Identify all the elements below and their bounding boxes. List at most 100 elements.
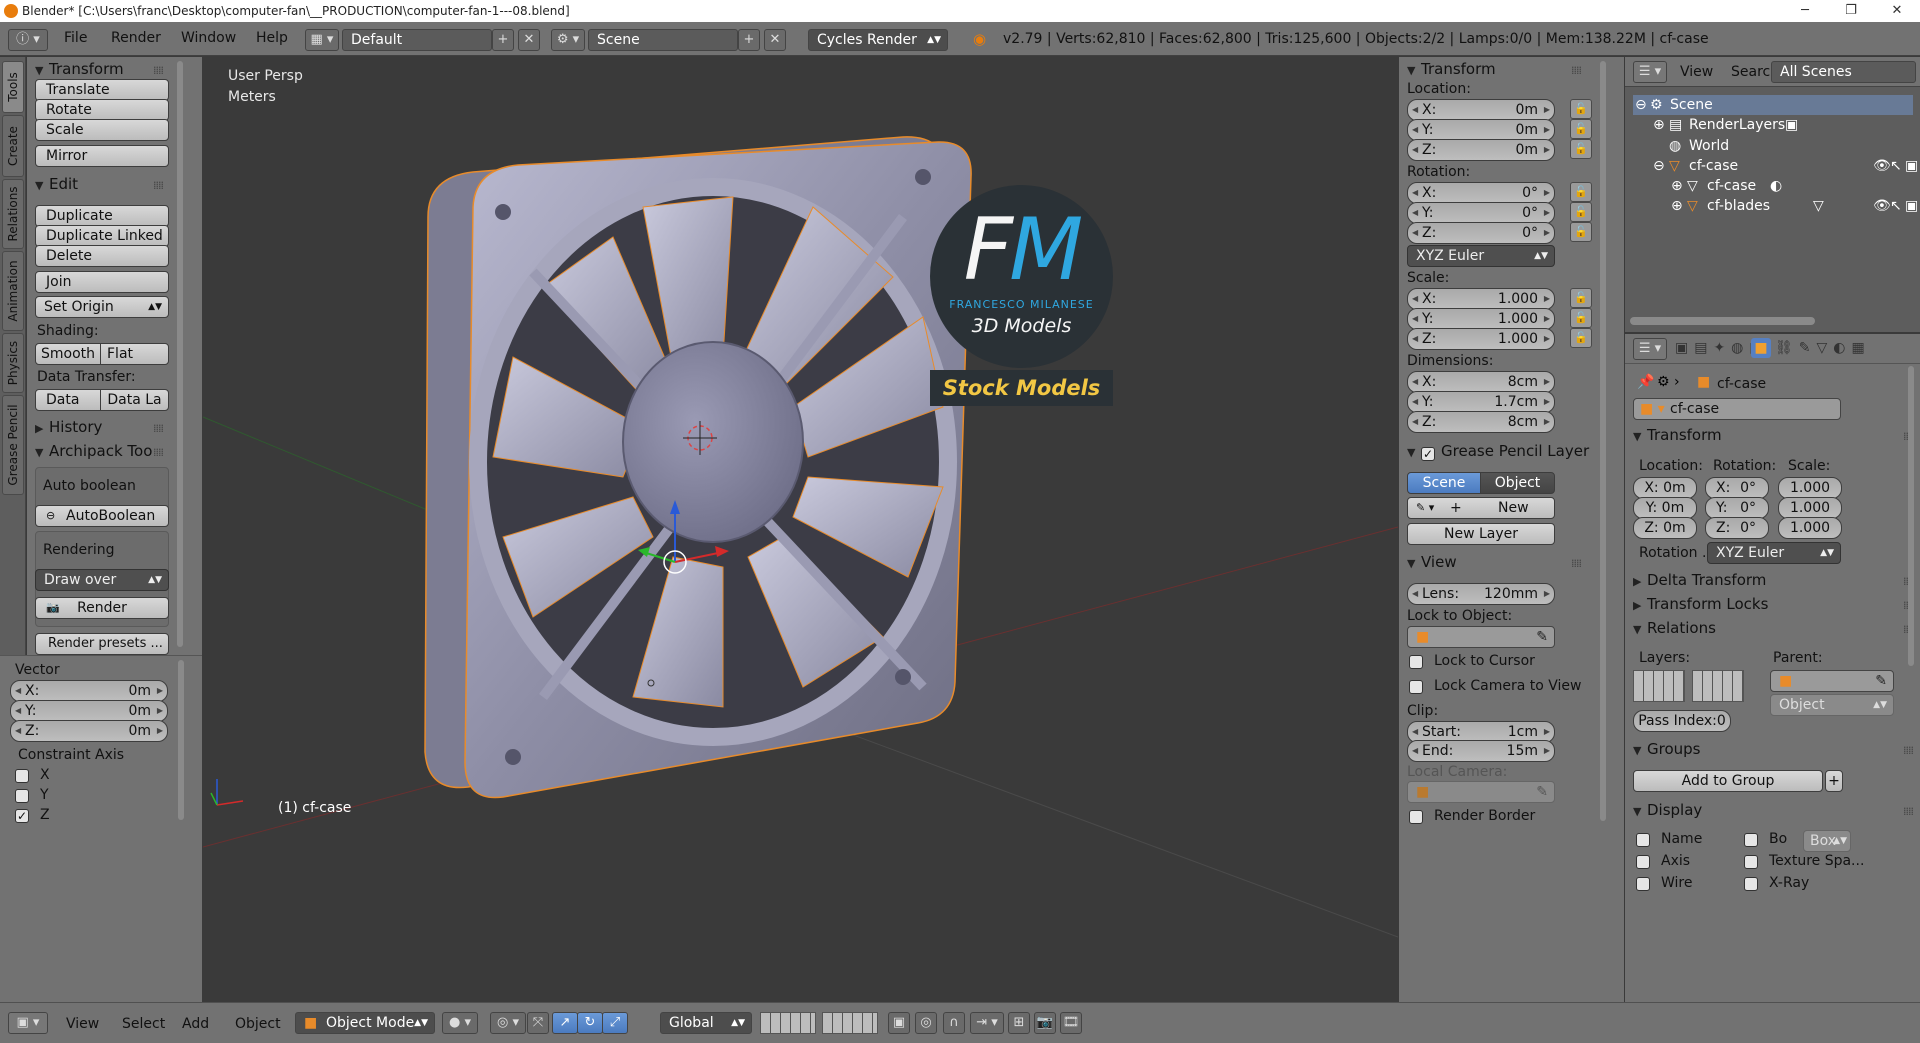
3d-viewport[interactable]: User Persp Meters FM FRANCESCO MILANESE … [203, 57, 1398, 1002]
scene-icon[interactable]: ⚙ ▾ [551, 29, 585, 51]
props-scl-y[interactable]: 1.000 [1778, 497, 1842, 519]
lock-camera-checkbox[interactable] [1409, 680, 1423, 694]
props-scl-z[interactable]: 1.000 [1778, 517, 1842, 539]
remove-layout-icon[interactable]: ✕ [518, 29, 540, 51]
location-x-field[interactable]: ◀ X: 0m ▶ [1407, 99, 1555, 121]
n-transform-header[interactable]: ▼ Transform [1407, 60, 1496, 78]
outliner-scrollbar[interactable] [1630, 317, 1815, 325]
scale-z-field[interactable]: ◀ Z: 1.000 ▶ [1407, 328, 1555, 350]
editor-type-icon[interactable]: ⓘ ▾ [8, 29, 48, 51]
viewport-shading-icon[interactable]: ● ▾ [442, 1012, 478, 1034]
render-camera-icon[interactable]: ▣ [1905, 158, 1918, 174]
lock-icon[interactable]: 🔓 [1570, 222, 1592, 242]
outliner-editor-icon[interactable]: ☰ ▾ [1633, 61, 1667, 83]
props-rot-y[interactable]: Y: 0° [1705, 497, 1769, 519]
gp-scene-button[interactable]: Scene [1407, 472, 1481, 494]
remove-scene-icon[interactable]: ✕ [764, 29, 786, 51]
mirror-button[interactable]: Mirror [35, 145, 169, 167]
minimize-icon[interactable]: ─ [1782, 0, 1828, 22]
scale-x-field[interactable]: ◀ X: 1.000 ▶ [1407, 288, 1555, 310]
rotate-button[interactable]: Rotate [35, 99, 169, 121]
object-name-field[interactable]: ■ ▾ cf-case [1633, 398, 1841, 420]
tab-tools[interactable]: Tools [2, 61, 24, 113]
join-button[interactable]: Join [35, 271, 169, 293]
delta-transform-header[interactable]: ▶ Delta Transform [1633, 571, 1766, 589]
tab-animation[interactable]: Animation [2, 251, 24, 331]
menu-help[interactable]: Help [256, 30, 288, 46]
rotation-y-field[interactable]: ◀ Y: 0° ▶ [1407, 202, 1555, 224]
local-camera-field[interactable]: ■ ✎ [1407, 781, 1555, 803]
add-group-plus-icon[interactable]: + [1825, 770, 1843, 792]
add-layout-icon[interactable]: + [492, 29, 514, 51]
menu-object[interactable]: Object [235, 1016, 281, 1032]
outliner-item-world[interactable]: World [1689, 138, 1729, 154]
scale-button[interactable]: Scale [35, 119, 169, 141]
duplicate-button[interactable]: Duplicate [35, 205, 169, 227]
lock-layers-icon[interactable]: ▣ [888, 1012, 910, 1034]
layers-grid-right[interactable] [1692, 670, 1744, 702]
proportional-edit-icon[interactable]: ◎ [915, 1012, 937, 1034]
render-camera-icon[interactable]: ▣ [1905, 198, 1918, 214]
tab-grease-pencil[interactable]: Grease Pencil [2, 395, 24, 495]
props-rotation-mode-dropdown[interactable]: XYZ Euler ▲▼ [1707, 542, 1841, 564]
dimensions-y-field[interactable]: ◀ Y: 1.7cm ▶ [1407, 391, 1555, 413]
display-xray-checkbox[interactable] [1744, 877, 1758, 891]
lock-object-field[interactable]: ■ ✎ [1407, 626, 1555, 648]
translate-button[interactable]: Translate [35, 79, 169, 101]
groups-header[interactable]: ▼ Groups [1633, 740, 1700, 758]
draw-over-dropdown[interactable]: Draw over ▲▼ [35, 569, 169, 591]
drag-grip-icon[interactable]: ⁞⁞⁞⁞ [153, 179, 164, 192]
constraint-x-checkbox[interactable] [15, 769, 29, 783]
expand-toggle-icon[interactable]: ⊕ [1653, 117, 1665, 133]
display-name-checkbox[interactable] [1636, 833, 1650, 847]
lock-icon[interactable]: 🔓 [1570, 288, 1592, 308]
layers-grid-left[interactable] [1633, 670, 1685, 702]
snap-element-icon[interactable]: ⇥ ▾ [970, 1012, 1004, 1034]
visibility-eye-icon[interactable]: 👁 [1873, 198, 1891, 214]
translate-manipulator-icon[interactable]: ↗ [552, 1012, 578, 1034]
display-mode-select[interactable]: All Scenes [1771, 61, 1916, 83]
display-texture-space-checkbox[interactable] [1744, 855, 1758, 869]
opengl-render-icon[interactable]: 📷 [1034, 1012, 1056, 1034]
add-to-group-button[interactable]: Add to Group [1633, 770, 1823, 792]
grease-pencil-enable-checkbox[interactable]: ✓ [1421, 447, 1435, 461]
outliner-item-renderlayers[interactable]: RenderLayers [1689, 117, 1785, 133]
parent-type-dropdown[interactable]: Object ▲▼ [1770, 694, 1894, 716]
tab-physics[interactable]: Physics [2, 333, 24, 393]
pass-index-field[interactable]: Pass Index:0 [1633, 710, 1731, 732]
lock-icon[interactable]: 🔓 [1570, 182, 1592, 202]
properties-scrollbar[interactable] [1908, 366, 1914, 666]
dimensions-x-field[interactable]: ◀ X: 8cm ▶ [1407, 371, 1555, 393]
menu-view[interactable]: View [66, 1016, 99, 1032]
pivot-point-icon[interactable]: ◎ ▾ [490, 1012, 526, 1034]
render-button[interactable]: 📷 Render [35, 597, 169, 619]
display-bounds-checkbox[interactable] [1744, 833, 1758, 847]
transform-panel-header[interactable]: ▼ Transform [35, 60, 124, 78]
data-layout-button[interactable]: Data La [100, 389, 169, 411]
snap-target-icon[interactable]: ⊞ [1008, 1012, 1030, 1034]
tool-shelf-scrollbar[interactable] [177, 61, 183, 647]
close-icon[interactable]: ✕ [1874, 0, 1920, 22]
props-loc-y[interactable]: Y: 0m [1633, 497, 1697, 519]
lock-icon[interactable]: 🔓 [1570, 328, 1592, 348]
drag-grip-icon[interactable]: ⁞⁞⁞⁞ [1571, 557, 1582, 570]
display-header[interactable]: ▼ Display [1633, 801, 1702, 819]
dimensions-z-field[interactable]: ◀ Z: 8cm ▶ [1407, 411, 1555, 433]
interaction-mode-select[interactable]: ■ Object Mode ▲▼ [295, 1012, 435, 1034]
outliner-item-cf-blades[interactable]: cf-blades [1707, 198, 1770, 214]
properties-editor-icon[interactable]: ☰ ▾ [1633, 338, 1667, 360]
rotate-manipulator-icon[interactable]: ↻ [577, 1012, 603, 1034]
clip-end-field[interactable]: ◀ End: 15m ▶ [1407, 740, 1555, 762]
lock-icon[interactable]: 🔓 [1570, 139, 1592, 159]
view-panel-header[interactable]: ▼ View [1407, 553, 1457, 571]
outliner-item-cf-case-mesh[interactable]: cf-case [1707, 178, 1756, 194]
gp-object-button[interactable]: Object [1480, 472, 1555, 494]
render-layer-toggle-icon[interactable]: ▣ [1785, 117, 1798, 133]
layer-buttons-2[interactable] [822, 1012, 878, 1034]
props-transform-header[interactable]: ▼ Transform [1633, 426, 1722, 444]
operator-scrollbar[interactable] [178, 660, 184, 820]
editor-type-3d-icon[interactable]: ▣ ▾ [8, 1012, 48, 1034]
lock-icon[interactable]: 🔓 [1570, 308, 1592, 328]
lock-icon[interactable]: 🔓 [1570, 202, 1592, 222]
menu-file[interactable]: File [64, 30, 87, 46]
